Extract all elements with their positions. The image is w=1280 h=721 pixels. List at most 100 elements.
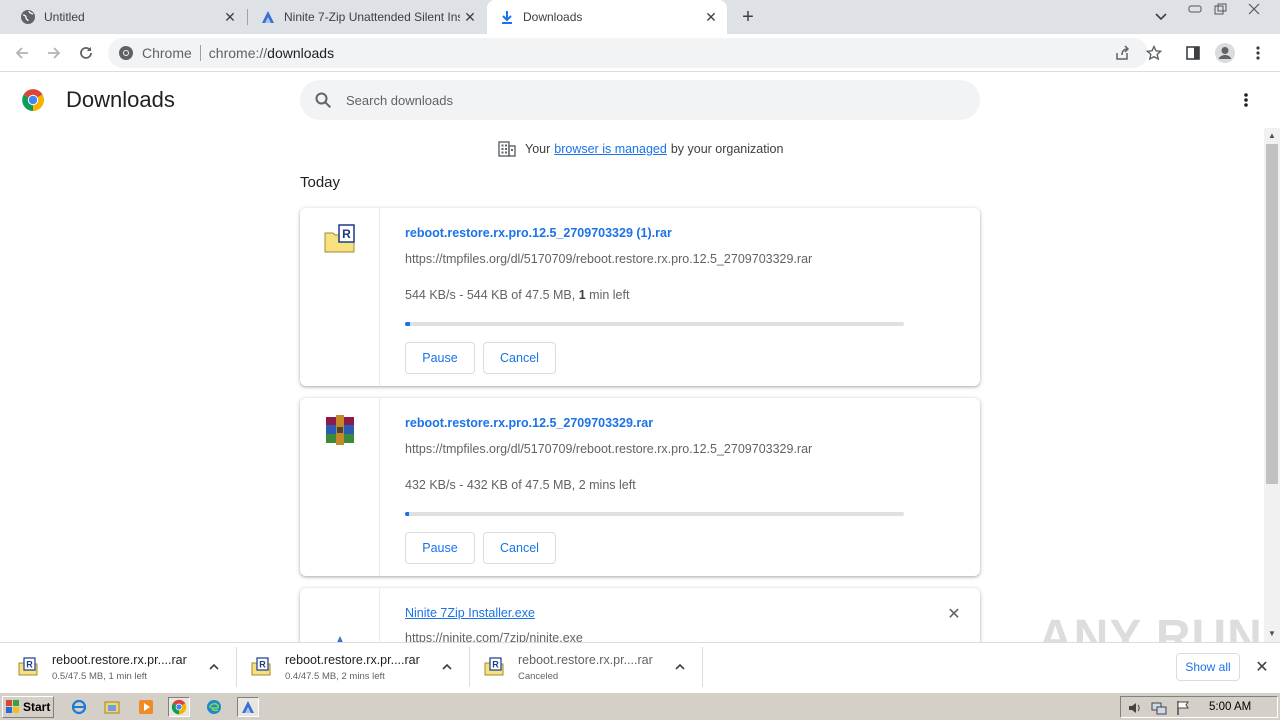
reload-icon[interactable] bbox=[73, 40, 99, 66]
windows-taskbar: Start 5:00 AM bbox=[0, 692, 1280, 720]
download-icon bbox=[499, 9, 515, 25]
scroll-down-icon[interactable]: ▼ bbox=[1264, 626, 1280, 640]
svg-text:R: R bbox=[342, 227, 351, 241]
share-icon[interactable] bbox=[1109, 40, 1135, 66]
cancel-button[interactable]: Cancel bbox=[483, 532, 556, 564]
download-status: 432 KB/s - 432 KB of 47.5 MB, 2 mins lef… bbox=[405, 478, 636, 492]
section-date-label: Today bbox=[300, 174, 341, 191]
tab-search-chevron-icon[interactable] bbox=[1150, 6, 1172, 28]
url-host: downloads bbox=[267, 45, 335, 61]
file-name-link[interactable]: Ninite 7Zip Installer.exe bbox=[405, 606, 535, 620]
download-item: R reboot.restore.rx.pro.12.5_2709703329 … bbox=[300, 208, 980, 386]
file-icon-column bbox=[300, 588, 380, 642]
shelf-item[interactable]: R reboot.restore.rx.pr....rar 0.4/47.5 M… bbox=[237, 647, 470, 687]
tab-close-icon[interactable]: ✕ bbox=[701, 7, 721, 27]
download-item: reboot.restore.rx.pro.12.5_2709703329.ra… bbox=[300, 398, 980, 576]
volume-icon[interactable] bbox=[1127, 700, 1143, 716]
managed-link[interactable]: browser is managed bbox=[554, 142, 667, 156]
chrome-logo-icon bbox=[21, 88, 45, 112]
managed-notice: Your browser is managed by your organiza… bbox=[498, 141, 783, 157]
media-player-icon[interactable] bbox=[135, 697, 157, 717]
shelf-file-status: 0.4/47.5 MB, 2 mins left bbox=[285, 671, 385, 682]
downloads-page: Downloads Search downloads Your browser … bbox=[0, 72, 1280, 642]
remove-from-list-icon[interactable]: ✕ bbox=[944, 604, 964, 624]
file-name-link[interactable]: reboot.restore.rx.pro.12.5_2709703329.ra… bbox=[405, 416, 653, 430]
tab-title: Downloads bbox=[523, 10, 583, 24]
network-icon[interactable] bbox=[1151, 700, 1167, 716]
start-label: Start bbox=[23, 700, 51, 714]
download-progress-bar bbox=[405, 512, 904, 516]
chevron-up-icon[interactable] bbox=[670, 657, 690, 677]
rar-file-icon: R bbox=[18, 657, 38, 677]
internet-explorer-icon[interactable] bbox=[68, 697, 90, 717]
action-center-flag-icon[interactable] bbox=[1175, 700, 1191, 716]
pause-button[interactable]: Pause bbox=[405, 532, 475, 564]
shelf-file-name: reboot.restore.rx.pr....rar bbox=[52, 653, 187, 667]
progress-fill bbox=[405, 322, 411, 326]
file-source-url[interactable]: https://ninite.com/7zip/ninite.exe bbox=[405, 631, 583, 642]
search-downloads-input[interactable]: Search downloads bbox=[300, 80, 980, 120]
tab-close-icon[interactable]: ✕ bbox=[220, 7, 240, 27]
shelf-item[interactable]: R reboot.restore.rx.pr....rar 0.5/47.5 M… bbox=[4, 647, 237, 687]
restore-icon[interactable] bbox=[1209, 1, 1231, 17]
tab-close-icon[interactable]: ✕ bbox=[460, 7, 480, 27]
shelf-file-status: 0.5/47.5 MB, 1 min left bbox=[52, 671, 148, 682]
file-source-url[interactable]: https://tmpfiles.org/dl/5170709/reboot.r… bbox=[405, 252, 812, 266]
file-source-url[interactable]: https://tmpfiles.org/dl/5170709/reboot.r… bbox=[405, 442, 812, 456]
close-shelf-icon[interactable]: ✕ bbox=[1252, 657, 1272, 677]
managed-suffix: by your organization bbox=[670, 142, 784, 156]
rar-file-icon: R bbox=[251, 657, 271, 677]
side-panel-icon[interactable] bbox=[1180, 40, 1206, 66]
page-scrollbar[interactable]: ▲ ▼ bbox=[1264, 128, 1280, 642]
chevron-up-icon[interactable] bbox=[204, 657, 224, 677]
download-item: Ninite 7Zip Installer.exe https://ninite… bbox=[300, 588, 980, 642]
file-name-link[interactable]: reboot.restore.rx.pro.12.5_2709703329 (1… bbox=[405, 226, 672, 240]
file-explorer-icon[interactable] bbox=[101, 697, 123, 717]
progress-fill bbox=[405, 512, 410, 516]
download-progress-bar bbox=[405, 322, 904, 326]
chrome-taskbar-icon[interactable] bbox=[168, 697, 190, 717]
shelf-file-name: reboot.restore.rx.pr....rar bbox=[285, 653, 420, 667]
chrome-site-icon bbox=[118, 45, 134, 61]
start-button[interactable]: Start bbox=[2, 696, 54, 718]
scroll-up-icon[interactable]: ▲ bbox=[1264, 128, 1280, 142]
new-tab-icon[interactable]: + bbox=[736, 5, 760, 29]
bookmark-star-icon[interactable] bbox=[1141, 40, 1167, 66]
back-icon[interactable] bbox=[9, 40, 35, 66]
shelf-file-name: reboot.restore.rx.pr....rar bbox=[518, 653, 653, 667]
minimize-icon[interactable] bbox=[1184, 1, 1206, 17]
windows-flag-icon bbox=[6, 700, 20, 714]
show-all-button[interactable]: Show all bbox=[1176, 653, 1240, 681]
download-shelf: R reboot.restore.rx.pr....rar 0.5/47.5 M… bbox=[0, 642, 1280, 690]
clock: 5:00 AM bbox=[1209, 701, 1252, 713]
omnibox-divider bbox=[199, 45, 201, 61]
window-close-icon[interactable] bbox=[1243, 1, 1265, 17]
chevron-up-icon[interactable] bbox=[437, 657, 457, 677]
cancel-button[interactable]: Cancel bbox=[483, 342, 556, 374]
file-icon-column: R bbox=[300, 208, 380, 386]
status-prefix: 544 KB/s - 544 KB of 47.5 MB, bbox=[405, 288, 576, 302]
tab-downloads[interactable]: Downloads ✕ bbox=[487, 0, 727, 34]
status-bold: 1 bbox=[578, 288, 586, 302]
tab-ninite[interactable]: Ninite 7-Zip Unattended Silent Install ✕ bbox=[240, 0, 486, 34]
ninite-taskbar-icon[interactable] bbox=[237, 697, 259, 717]
edge-icon[interactable] bbox=[203, 697, 225, 717]
profile-avatar-icon[interactable] bbox=[1212, 40, 1238, 66]
svg-text:R: R bbox=[492, 660, 499, 670]
page-title: Downloads bbox=[66, 87, 175, 112]
pause-button[interactable]: Pause bbox=[405, 342, 475, 374]
more-actions-icon[interactable] bbox=[1236, 90, 1256, 110]
url-text: chrome://downloads bbox=[209, 45, 334, 61]
address-bar[interactable]: Chrome chrome://downloads bbox=[108, 38, 1148, 68]
scroll-thumb[interactable] bbox=[1266, 144, 1278, 484]
search-icon bbox=[314, 91, 332, 109]
svg-text:R: R bbox=[26, 660, 33, 670]
svg-text:R: R bbox=[259, 660, 266, 670]
ninite-icon bbox=[260, 9, 276, 25]
shelf-item[interactable]: R reboot.restore.rx.pr....rar Canceled bbox=[470, 647, 703, 687]
forward-icon[interactable] bbox=[41, 40, 67, 66]
chrome-menu-icon[interactable] bbox=[1245, 40, 1271, 66]
rar-file-icon: R bbox=[324, 224, 356, 256]
system-tray: 5:00 AM bbox=[1120, 696, 1278, 718]
tab-untitled[interactable]: Untitled ✕ bbox=[0, 0, 246, 34]
